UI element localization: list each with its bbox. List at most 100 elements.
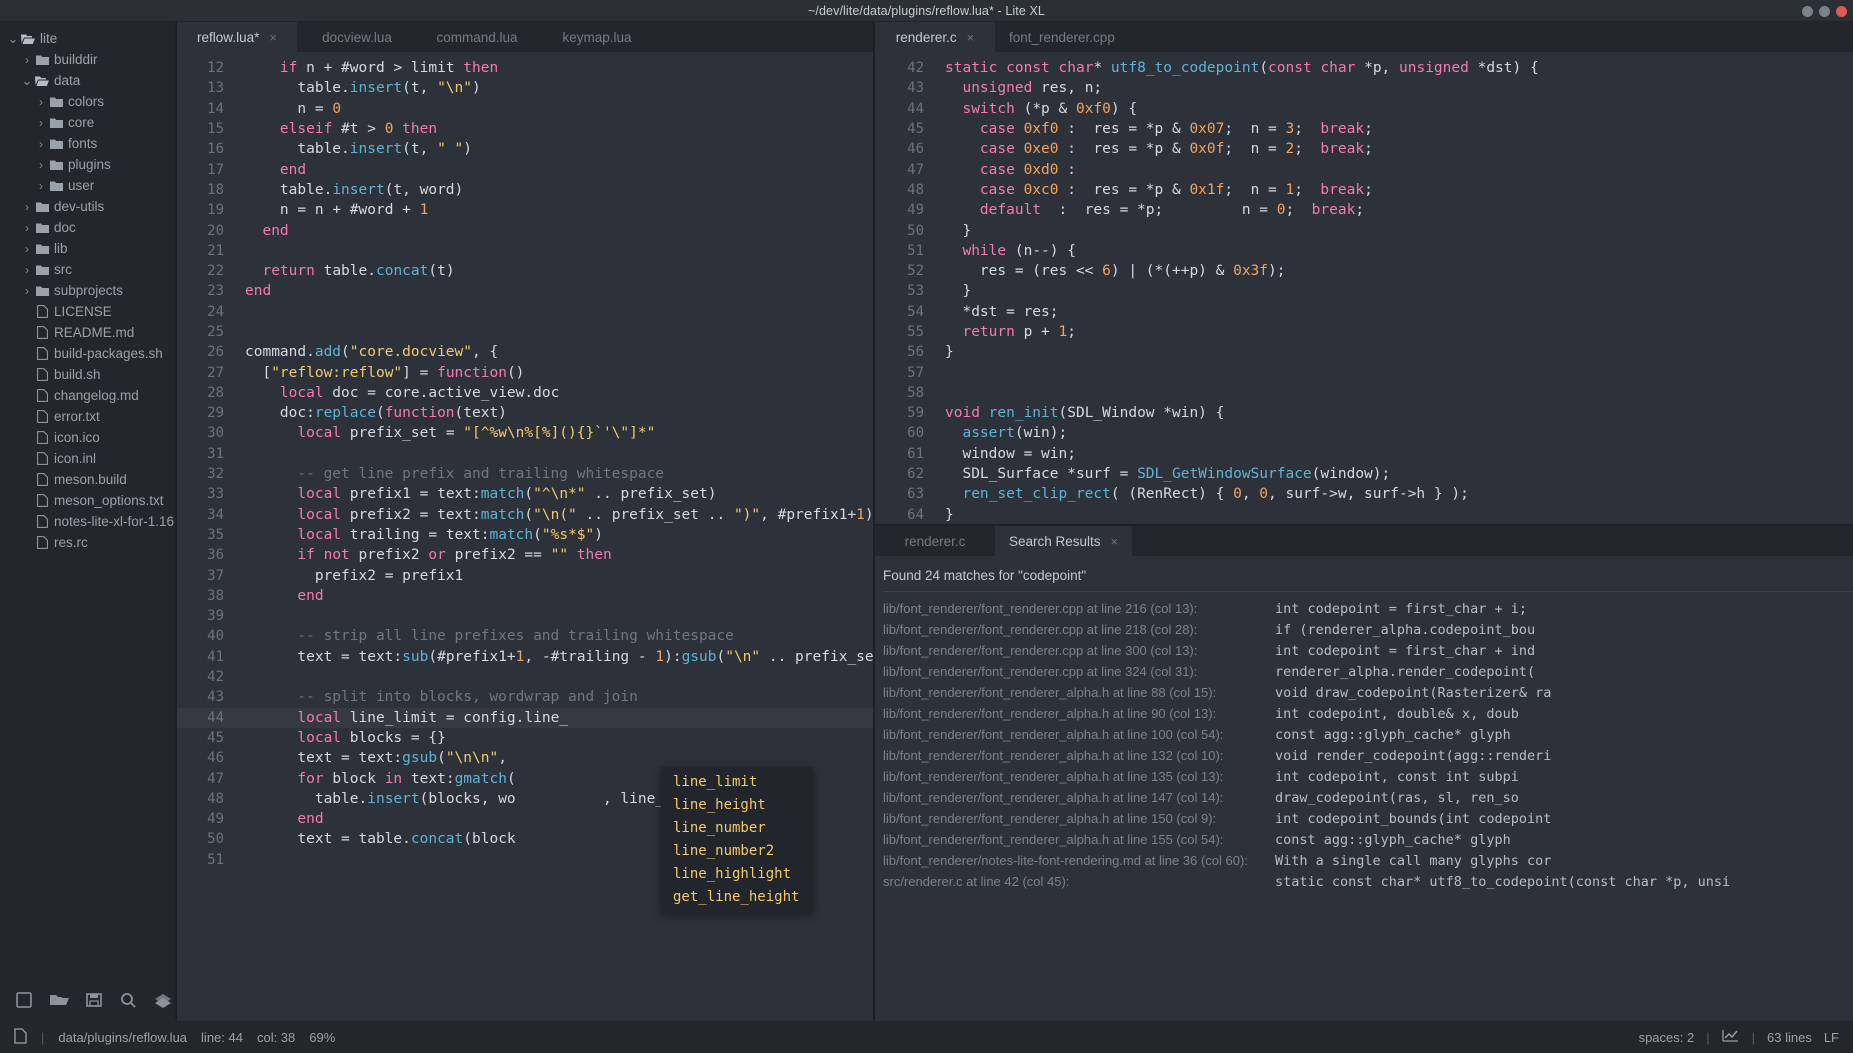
code-line[interactable]: 26command.add("core.docview", {: [177, 342, 873, 362]
tab-command-lua[interactable]: command.lua: [417, 22, 537, 52]
code-line[interactable]: 21: [177, 241, 873, 261]
code-line[interactable]: 58: [875, 383, 1853, 403]
search-tab-strip[interactable]: renderer.cSearch Results×: [875, 526, 1853, 556]
tree-item-lib[interactable]: ›lib: [0, 238, 177, 259]
code-line[interactable]: 63 ren_set_clip_rect( (RenRect) { 0, 0, …: [875, 484, 1853, 504]
search-results-view[interactable]: Found 24 matches for "codepoint" lib/fon…: [875, 556, 1853, 1021]
tab-keymap-lua[interactable]: keymap.lua: [537, 22, 657, 52]
code-line[interactable]: 34 local prefix2 = text:match("\n(" .. p…: [177, 505, 873, 525]
code-line[interactable]: 44 switch (*p & 0xf0) {: [875, 99, 1853, 119]
search-results-list[interactable]: lib/font_renderer/font_renderer.cpp at l…: [875, 598, 1853, 892]
chevron-right-icon[interactable]: ›: [34, 158, 48, 172]
chevron-right-icon[interactable]: ›: [34, 137, 48, 151]
tab-docview-lua[interactable]: docview.lua: [297, 22, 417, 52]
autocomplete-item[interactable]: line_height: [661, 794, 813, 817]
code-line[interactable]: 16 table.insert(t, " "): [177, 139, 873, 159]
code-line[interactable]: 55 return p + 1;: [875, 322, 1853, 342]
tree-item-meson-build[interactable]: meson.build: [0, 469, 177, 490]
search-result-row[interactable]: lib/font_renderer/font_renderer_alpha.h …: [875, 745, 1853, 766]
chevron-right-icon[interactable]: ›: [20, 200, 34, 214]
code-line[interactable]: 47 case 0xd0 :: [875, 159, 1853, 179]
code-line[interactable]: 42: [177, 667, 873, 687]
layers-icon[interactable]: [152, 990, 174, 1010]
search-result-row[interactable]: lib/font_renderer/notes-lite-font-render…: [875, 850, 1853, 871]
code-line[interactable]: 54 *dst = res;: [875, 302, 1853, 322]
search-result-row[interactable]: lib/font_renderer/font_renderer_alpha.h …: [875, 703, 1853, 724]
tree-item-error-txt[interactable]: error.txt: [0, 406, 177, 427]
tree-item-readme-md[interactable]: README.md: [0, 322, 177, 343]
search-result-row[interactable]: src/renderer.c at line 42 (col 45):stati…: [875, 871, 1853, 892]
code-line[interactable]: 15 elseif #t > 0 then: [177, 119, 873, 139]
close-icon[interactable]: ×: [269, 30, 277, 45]
code-line[interactable]: 31: [177, 444, 873, 464]
tree-item-src[interactable]: ›src: [0, 259, 177, 280]
tree-item-user[interactable]: ›user: [0, 175, 177, 196]
code-line[interactable]: 43 unsigned res, n;: [875, 78, 1853, 98]
chevron-right-icon[interactable]: ›: [20, 221, 34, 235]
code-line[interactable]: 22 return table.concat(t): [177, 261, 873, 281]
code-line[interactable]: 56}: [875, 342, 1853, 362]
code-line[interactable]: 17 end: [177, 159, 873, 179]
search-result-row[interactable]: lib/font_renderer/font_renderer_alpha.h …: [875, 724, 1853, 745]
code-line[interactable]: 35 local trailing = text:match("%s*$"): [177, 525, 873, 545]
tree-item-doc[interactable]: ›doc: [0, 217, 177, 238]
code-line[interactable]: 27 ["reflow:reflow"] = function(): [177, 362, 873, 382]
search-result-row[interactable]: lib/font_renderer/font_renderer_alpha.h …: [875, 787, 1853, 808]
code-line[interactable]: 44 local line_limit = config.line_: [177, 708, 873, 728]
code-line[interactable]: 60 assert(win);: [875, 423, 1853, 443]
tree-item-res-rc[interactable]: res.rc: [0, 532, 177, 553]
tab-renderer-c[interactable]: renderer.c: [875, 526, 995, 556]
save-icon[interactable]: [84, 990, 104, 1010]
tree-item-fonts[interactable]: ›fonts: [0, 133, 177, 154]
code-line[interactable]: 29 doc:replace(function(text): [177, 403, 873, 423]
file-tree[interactable]: ⌄lite›builddir⌄data›colors›core›fonts›pl…: [0, 22, 177, 979]
code-line[interactable]: 36 if not prefix2 or prefix2 == "" then: [177, 545, 873, 565]
autocomplete-item[interactable]: line_number: [661, 817, 813, 840]
autocomplete-item[interactable]: line_highlight: [661, 863, 813, 886]
tab-search-results[interactable]: Search Results×: [995, 526, 1132, 556]
close-icon[interactable]: ×: [1111, 534, 1119, 549]
tab-renderer-c[interactable]: renderer.c×: [875, 22, 995, 52]
lua-editor[interactable]: 12 if n + #word > limit then13 table.ins…: [177, 52, 873, 1021]
code-line[interactable]: 18 table.insert(t, word): [177, 180, 873, 200]
code-line[interactable]: 32 -- get line prefix and trailing white…: [177, 464, 873, 484]
code-line[interactable]: 40 -- strip all line prefixes and traili…: [177, 626, 873, 646]
c-editor[interactable]: 42static const char* utf8_to_codepoint(c…: [875, 52, 1853, 524]
code-line[interactable]: 13 table.insert(t, "\n"): [177, 78, 873, 98]
autocomplete-item[interactable]: line_limit: [661, 771, 813, 794]
search-result-row[interactable]: lib/font_renderer/font_renderer.cpp at l…: [875, 598, 1853, 619]
tree-item-colors[interactable]: ›colors: [0, 91, 177, 112]
code-line[interactable]: 45 case 0xf0 : res = *p & 0x07; n = 3; b…: [875, 119, 1853, 139]
chevron-right-icon[interactable]: ›: [20, 263, 34, 277]
status-zoom[interactable]: 69%: [309, 1030, 335, 1045]
code-line[interactable]: 64}: [875, 505, 1853, 524]
chevron-down-icon[interactable]: ⌄: [20, 77, 34, 85]
tree-item-lite[interactable]: ⌄lite: [0, 28, 177, 49]
code-line[interactable]: 62 SDL_Surface *surf = SDL_GetWindowSurf…: [875, 464, 1853, 484]
search-result-row[interactable]: lib/font_renderer/font_renderer.cpp at l…: [875, 640, 1853, 661]
search-result-row[interactable]: lib/font_renderer/font_renderer_alpha.h …: [875, 766, 1853, 787]
code-line[interactable]: 48 case 0xc0 : res = *p & 0x1f; n = 1; b…: [875, 180, 1853, 200]
close-icon[interactable]: ×: [967, 30, 975, 45]
code-line[interactable]: 43 -- split into blocks, wordwrap and jo…: [177, 687, 873, 707]
code-line[interactable]: 19 n = n + #word + 1: [177, 200, 873, 220]
line-chart-icon[interactable]: [1722, 1029, 1740, 1046]
minimize-button[interactable]: [1802, 6, 1813, 17]
code-line[interactable]: 33 local prefix1 = text:match("^\n*" .. …: [177, 484, 873, 504]
tree-item-icon-inl[interactable]: icon.inl: [0, 448, 177, 469]
code-line[interactable]: 38 end: [177, 586, 873, 606]
code-line[interactable]: 51 while (n--) {: [875, 241, 1853, 261]
tree-item-builddir[interactable]: ›builddir: [0, 49, 177, 70]
chevron-down-icon[interactable]: ⌄: [6, 35, 20, 43]
code-line[interactable]: 12 if n + #word > limit then: [177, 58, 873, 78]
search-result-row[interactable]: lib/font_renderer/font_renderer_alpha.h …: [875, 682, 1853, 703]
status-file-path[interactable]: data/plugins/reflow.lua: [58, 1030, 187, 1045]
tab-font-renderer-cpp[interactable]: font_renderer.cpp: [995, 22, 1129, 52]
search-result-row[interactable]: lib/font_renderer/font_renderer_alpha.h …: [875, 808, 1853, 829]
right-tab-strip[interactable]: renderer.c×font_renderer.cpp: [875, 22, 1853, 52]
code-line[interactable]: 52 res = (res << 6) | (*(++p) & 0x3f);: [875, 261, 1853, 281]
tree-item-data[interactable]: ⌄data: [0, 70, 177, 91]
code-line[interactable]: 50 }: [875, 220, 1853, 240]
search-result-row[interactable]: lib/font_renderer/font_renderer_alpha.h …: [875, 829, 1853, 850]
status-eol[interactable]: LF: [1824, 1030, 1839, 1045]
